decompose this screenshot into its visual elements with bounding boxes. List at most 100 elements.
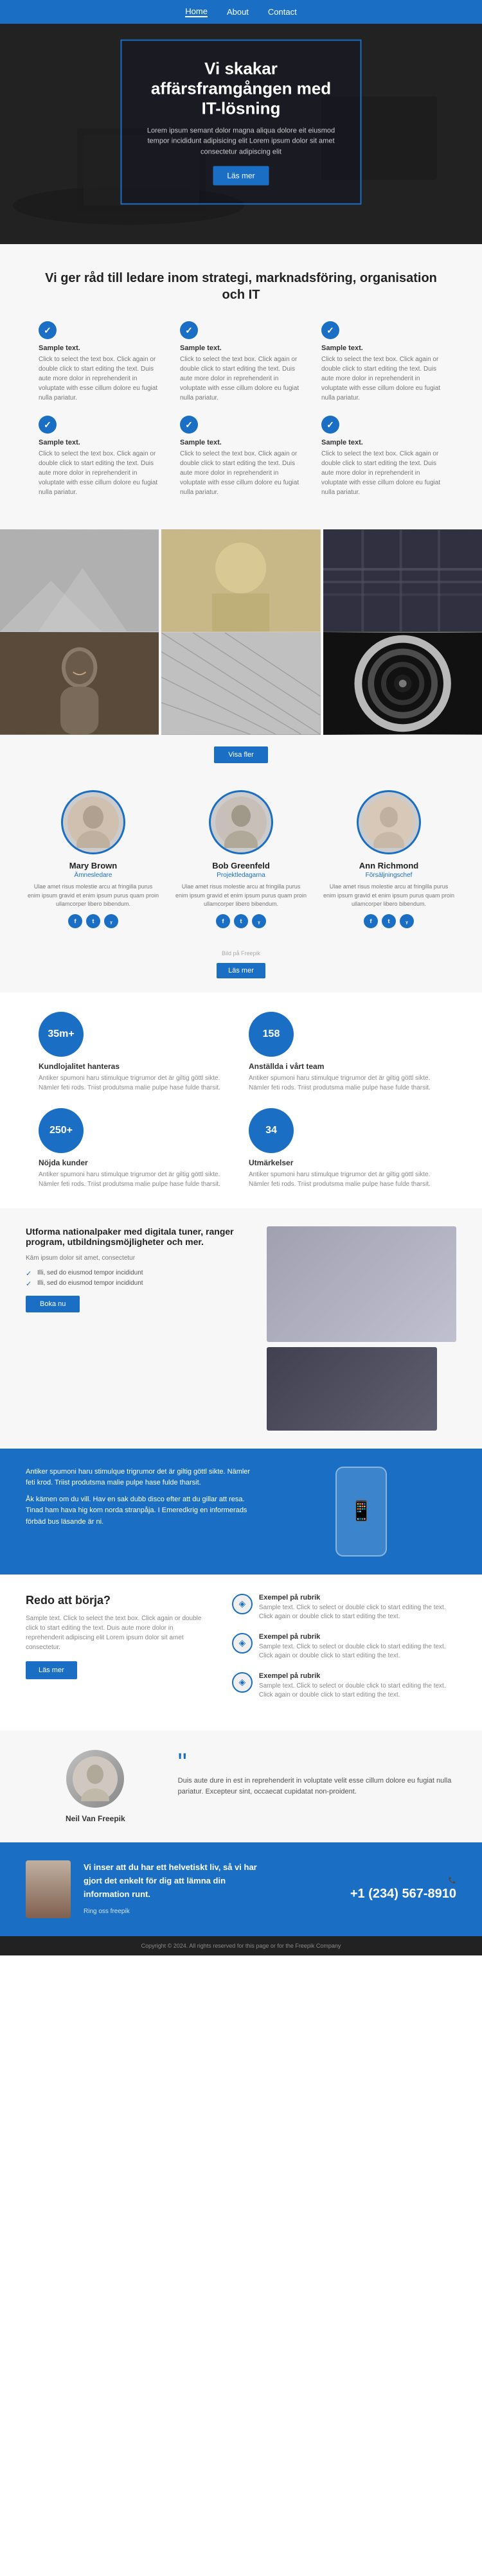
- advisor-item-6: ✓ Sample text. Click to select the text …: [321, 416, 443, 497]
- stat-value-1: 35m+: [48, 1028, 74, 1040]
- team-footer: Bild på Freepik Läs mer: [0, 946, 482, 992]
- sample-item-3: ◈ Exempel på rubrik Sample text. Click t…: [232, 1672, 456, 1700]
- digital-check-2: Illi, sed do eiusmod tempor incididunt: [26, 1280, 254, 1287]
- advisor-label-5: Sample text.: [180, 439, 302, 446]
- start-left: Redo att börja? Sample text. Click to se…: [26, 1594, 213, 1711]
- sample-item-2: ◈ Exempel på rubrik Sample text. Click t…: [232, 1633, 456, 1661]
- mary-facebook-icon[interactable]: f: [68, 914, 82, 928]
- advisor-dot-5: ✓: [180, 416, 198, 434]
- advisor-desc-6: Click to select the text box. Click agai…: [321, 449, 443, 497]
- stat-desc-1: Antiker spumoni haru stimulque trigrumor…: [39, 1073, 233, 1093]
- sample-icon-2: ◈: [232, 1633, 253, 1654]
- mary-title: Ämnesledare: [27, 872, 159, 879]
- sample-icon-symbol-1: ◈: [239, 1598, 246, 1609]
- start-heading: Redo att börja?: [26, 1594, 213, 1607]
- blue-text-2: Åk kämen om du vill. Hav en sak dubb dis…: [26, 1494, 254, 1528]
- ann-instagram-icon[interactable]: ᵧ: [400, 914, 414, 928]
- bob-facebook-icon[interactable]: f: [216, 914, 230, 928]
- advisor-dot-2: ✓: [180, 321, 198, 339]
- stat-desc-2: Antiker spumoni haru stimulque trigrumor…: [249, 1073, 443, 1093]
- mary-name: Mary Brown: [27, 861, 159, 870]
- advisor-dot-6: ✓: [321, 416, 339, 434]
- mary-instagram-icon[interactable]: ᵧ: [104, 914, 118, 928]
- photo-cell-5: [161, 632, 320, 735]
- advisor-item-2: ✓ Sample text. Click to select the text …: [180, 321, 302, 403]
- advisor-dot-1: ✓: [39, 321, 57, 339]
- sample-icon-symbol-2: ◈: [239, 1637, 246, 1648]
- stat-label-2: Anställda i vårt team: [249, 1062, 324, 1071]
- phone-icon: 📱: [335, 1467, 387, 1557]
- stat-4: 34 Utmärkelser Antiker spumoni haru stim…: [249, 1108, 443, 1189]
- digital-subtitle: Käm ipsum dolor sit amet, consectetur: [26, 1253, 254, 1263]
- blue-text-1: Antiker spumoni haru stimulque trigrumor…: [26, 1467, 254, 1489]
- nav-about[interactable]: About: [227, 7, 249, 17]
- photo-img-2: [161, 529, 320, 632]
- contact-phone-area: 📞 +1 (234) 567-8910: [276, 1877, 456, 1901]
- sample-heading-1: Exempel på rubrik: [259, 1594, 456, 1601]
- mary-avatar-svg: [67, 797, 119, 848]
- digital-btn[interactable]: Boka nu: [26, 1296, 80, 1312]
- stat-label-4: Utmärkelser: [249, 1158, 293, 1167]
- blue-phone-right: 📱: [267, 1467, 456, 1557]
- sample-icon-3: ◈: [232, 1672, 253, 1693]
- hero-title: Vi skakar affärsframgången med IT-lösnin…: [145, 58, 337, 119]
- contact-text-area: Vi inser att du har ett helvetiskt liv, …: [84, 1861, 263, 1916]
- start-cta-button[interactable]: Läs mer: [26, 1661, 77, 1679]
- digital-heading: Utforma nationalpaker med digitala tuner…: [26, 1226, 254, 1247]
- stat-circle-4: 34: [249, 1108, 294, 1153]
- sample-desc-3: Sample text. Click to select or double c…: [259, 1682, 456, 1700]
- stat-desc-3: Antiker spumoni haru stimulque trigrumor…: [39, 1170, 233, 1189]
- ann-avatar: [357, 790, 421, 854]
- stat-2: 158 Anställda i vårt team Antiker spumon…: [249, 1012, 443, 1093]
- sample-heading-3: Exempel på rubrik: [259, 1672, 456, 1680]
- sample-icon-symbol-3: ◈: [239, 1677, 246, 1688]
- digital-left: Utforma nationalpaker med digitala tuner…: [26, 1226, 267, 1312]
- digital-image-2: [267, 1347, 438, 1431]
- photo-cell-6: [323, 632, 482, 735]
- photo-credit: Bild på Freepik: [4, 950, 478, 957]
- ann-name: Ann Richmond: [323, 861, 455, 870]
- stat-1: 35m+ Kundlojalitet hanteras Antiker spum…: [39, 1012, 233, 1093]
- sample-text-1: Exempel på rubrik Sample text. Click to …: [259, 1594, 456, 1621]
- photo-cell-1: [0, 529, 159, 632]
- contact-small-text: Ring oss freepik: [84, 1907, 263, 1917]
- start-section: Redo att börja? Sample text. Click to se…: [0, 1575, 482, 1731]
- stat-circle-3: 250+: [39, 1108, 84, 1153]
- phone-label: 📞: [276, 1877, 456, 1884]
- photo-img-1: [0, 529, 159, 632]
- stats-section: 35m+ Kundlojalitet hanteras Antiker spum…: [0, 992, 482, 1208]
- team-section: Mary Brown Ämnesledare Ulae amet risus m…: [0, 772, 482, 946]
- hero-cta-button[interactable]: Läs mer: [213, 166, 269, 186]
- advisor-item-1: ✓ Sample text. Click to select the text …: [39, 321, 161, 403]
- photo-cell-4: [0, 632, 159, 735]
- quote-person: Neil Van Freepik: [26, 1750, 165, 1823]
- team-learn-button[interactable]: Läs mer: [217, 963, 265, 978]
- sample-icon-1: ◈: [232, 1594, 253, 1614]
- advisor-dot-3: ✓: [321, 321, 339, 339]
- mary-twitter-icon[interactable]: t: [86, 914, 100, 928]
- advisor-desc-3: Click to select the text box. Click agai…: [321, 355, 443, 403]
- bob-name: Bob Greenfeld: [175, 861, 307, 870]
- sample-desc-1: Sample text. Click to select or double c…: [259, 1603, 456, 1621]
- contact-phone-number: +1 (234) 567-8910: [276, 1887, 456, 1901]
- nav-home[interactable]: Home: [185, 6, 208, 17]
- advisor-desc-4: Click to select the text box. Click agai…: [39, 449, 161, 497]
- advisor-label-4: Sample text.: [39, 439, 161, 446]
- ann-avatar-svg: [363, 797, 415, 848]
- blue-section: Antiker spumoni haru stimulque trigrumor…: [0, 1449, 482, 1575]
- bob-instagram-icon[interactable]: ᵧ: [252, 914, 266, 928]
- quote-person-name: Neil Van Freepik: [26, 1814, 165, 1823]
- start-desc: Sample text. Click to select the text bo…: [26, 1614, 213, 1652]
- advisor-item-4: ✓ Sample text. Click to select the text …: [39, 416, 161, 497]
- bob-avatar-svg: [215, 797, 267, 848]
- stat-circle-2: 158: [249, 1012, 294, 1057]
- bob-twitter-icon[interactable]: t: [234, 914, 248, 928]
- stat-desc-4: Antiker spumoni haru stimulque trigrumor…: [249, 1170, 443, 1189]
- advisors-section: Vi ger råd till ledare inom strategi, ma…: [0, 244, 482, 523]
- team-member-bob: Bob Greenfeld Projektledagarna Ulae amet…: [167, 790, 315, 928]
- ann-facebook-icon[interactable]: f: [364, 914, 378, 928]
- mary-desc: Ulae amet risus molestie arcu at fringil…: [27, 883, 159, 909]
- ann-twitter-icon[interactable]: t: [382, 914, 396, 928]
- show-more-button[interactable]: Visa fler: [214, 746, 268, 763]
- nav-contact[interactable]: Contact: [268, 7, 297, 17]
